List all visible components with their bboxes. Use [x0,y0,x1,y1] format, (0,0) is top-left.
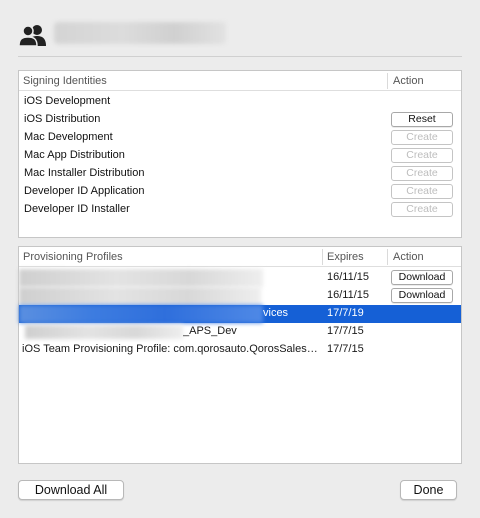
column-expires: Expires [327,251,364,263]
identity-name: iOS Distribution [24,113,101,125]
profile-name: iOS Team Provisioning Profile: com.qoros… [22,343,318,355]
redacted-name [19,305,263,323]
identity-name: Developer ID Installer [24,203,130,215]
profile-row[interactable]: vices 17/7/19 [19,305,461,323]
redacted-name [19,287,261,305]
redacted-name [19,269,263,287]
identity-row[interactable]: Mac App Distribution Create [19,147,461,165]
identity-name: iOS Development [24,95,111,107]
create-button: Create [391,184,453,199]
redacted-name [25,325,183,339]
profile-name-suffix: _APS_Dev [183,325,237,337]
account-header [18,20,462,50]
create-button: Create [391,202,453,217]
identity-row[interactable]: Mac Installer Distribution Create [19,165,461,183]
group-icon [18,25,46,46]
done-button[interactable]: Done [400,480,457,500]
profile-row[interactable]: 16/11/15 Download [19,269,461,287]
identity-row[interactable]: iOS Development [19,93,461,111]
profile-expires: 16/11/15 [327,271,370,283]
signing-identities-table: Signing Identities Action iOS Developmen… [18,70,462,238]
identity-row[interactable]: Developer ID Application Create [19,183,461,201]
identity-row[interactable]: iOS Distribution Reset [19,111,461,129]
signing-identities-header: Signing Identities Action [19,71,461,91]
download-all-button[interactable]: Download All [18,480,124,500]
identity-row[interactable]: Developer ID Installer Create [19,201,461,219]
profile-name-suffix: vices [263,307,289,319]
signing-identities-rows: iOS Development iOS Distribution Reset Mac … [19,91,461,219]
profile-expires: 17/7/19 [327,307,364,319]
provisioning-profiles-header: Provisioning Profiles Expires Action [19,247,461,267]
profile-row[interactable]: _APS_Dev 17/7/15 [19,323,461,341]
column-separator [387,249,388,265]
profile-expires: 17/7/15 [327,325,364,337]
create-button: Create [391,130,453,145]
identity-name: Mac Development [24,131,113,143]
column-action: Action [393,251,424,263]
column-separator [387,73,388,89]
profile-expires: 16/11/15 [327,289,370,301]
column-provisioning-profiles: Provisioning Profiles [23,251,123,263]
create-button: Create [391,166,453,181]
account-name [54,22,226,44]
profile-row[interactable]: iOS Team Provisioning Profile: com.qoros… [19,341,461,359]
column-signing-identities: Signing Identities [23,75,107,87]
create-button: Create [391,148,453,163]
identity-row[interactable]: Mac Development Create [19,129,461,147]
provisioning-profiles-table: Provisioning Profiles Expires Action 16/… [18,246,462,464]
identity-name: Mac App Distribution [24,149,125,161]
provisioning-profiles-rows: 16/11/15 Download 16/11/15 Download vices 17/… [19,267,461,359]
profile-expires: 17/7/15 [327,343,364,355]
reset-button[interactable]: Reset [391,112,453,127]
header-divider [18,56,462,57]
download-button[interactable]: Download [391,270,453,285]
download-button[interactable]: Download [391,288,453,303]
column-action: Action [393,75,424,87]
profile-row[interactable]: 16/11/15 Download [19,287,461,305]
column-separator [322,249,323,265]
identity-name: Developer ID Application [24,185,145,197]
identity-name: Mac Installer Distribution [24,167,145,179]
